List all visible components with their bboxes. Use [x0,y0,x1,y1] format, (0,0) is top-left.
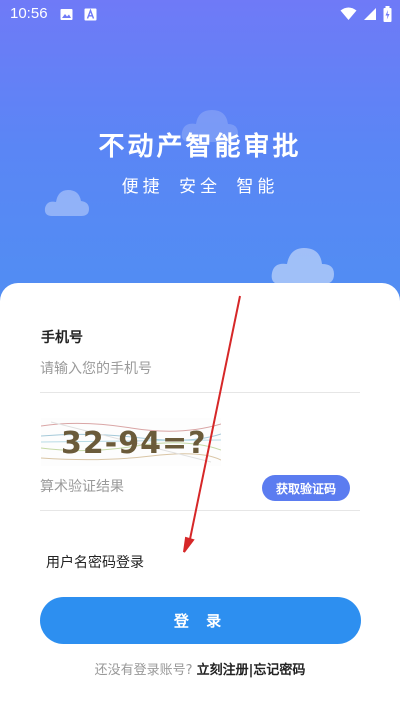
image-icon [60,7,73,20]
forgot-password-link[interactable]: 忘记密码 [253,663,305,678]
switch-to-password-login[interactable]: 用户名密码登录 [46,552,144,572]
captcha-image[interactable]: 32-94=? [41,418,221,466]
hero-banner: 10:56 不动产智能审批 便捷 安全 智能 [0,0,400,330]
wifi-icon [340,7,357,25]
captcha-text: 32-94=? [61,426,207,461]
get-code-button[interactable]: 获取验证码 [262,475,350,501]
app-subtitle: 便捷 安全 智能 [121,177,279,197]
app-title: 不动产智能审批 [98,132,302,162]
battery-icon [383,6,392,26]
login-button[interactable]: 登 录 [40,597,361,644]
a-box-icon [84,7,97,21]
footer-links: 还没有登录账号? 立刻注册|忘记密码 [0,659,400,678]
status-bar: 10:56 [0,0,400,28]
phone-input[interactable] [40,354,360,384]
signal-icon [363,7,377,25]
register-link[interactable]: 立刻注册 [197,663,249,678]
status-time: 10:56 [10,5,48,22]
captcha-answer-input[interactable] [40,472,250,502]
divider [40,392,360,393]
divider [40,510,360,511]
cloud-decoration [271,248,334,284]
phone-label: 手机号 [41,330,83,346]
footer-hint: 还没有登录账号? [94,663,193,678]
